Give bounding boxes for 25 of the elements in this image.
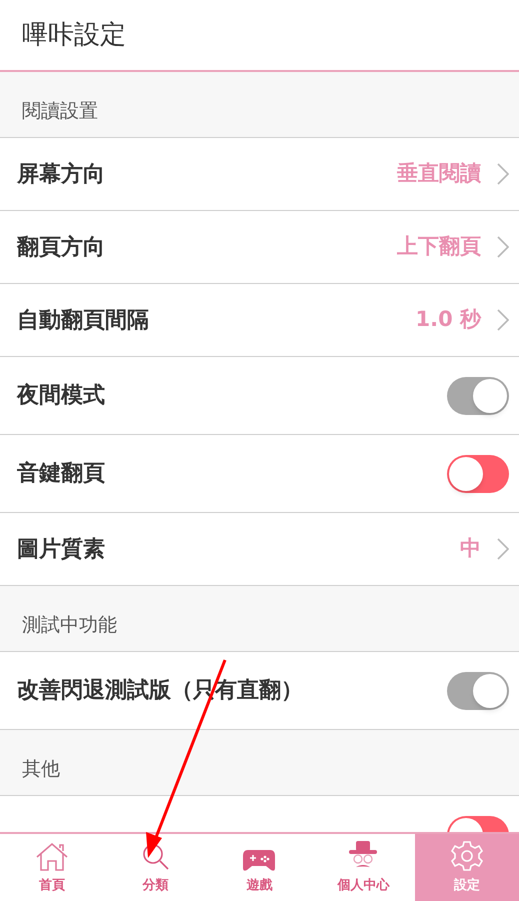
- chevron-right-icon: [497, 236, 509, 258]
- settings-icon: [451, 840, 484, 872]
- chevron-right-icon: [497, 309, 509, 331]
- toggle-switch[interactable]: [447, 454, 509, 492]
- home-icon: [34, 842, 69, 872]
- setting-value: 垂直閱讀: [397, 160, 481, 188]
- toggle-switch[interactable]: [447, 376, 509, 414]
- setting-label: 圖片質素: [17, 536, 105, 564]
- toggle-switch[interactable]: [447, 672, 509, 710]
- nav-tab[interactable]: 設定: [415, 834, 519, 901]
- setting-label: 翻頁方向: [17, 234, 105, 262]
- setting-label: 屏幕方向: [17, 160, 105, 188]
- section-header: 其他: [22, 757, 60, 782]
- setting-label: 夜間模式: [17, 382, 105, 410]
- chevron-right-icon: [497, 163, 509, 185]
- setting-label: 自動翻頁間隔: [17, 306, 149, 334]
- setting-value: 上下翻頁: [397, 233, 481, 260]
- section-header: 閱讀設置: [22, 99, 98, 124]
- gamepad-icon: [242, 848, 276, 872]
- setting-value: 1.0 秒: [415, 306, 481, 334]
- chevron-right-icon: [497, 538, 509, 560]
- section-header: 測試中功能: [22, 613, 117, 638]
- setting-label: 音鍵翻頁: [17, 460, 105, 488]
- page-title: 嗶咔設定: [22, 18, 126, 52]
- setting-value: 中: [460, 535, 481, 562]
